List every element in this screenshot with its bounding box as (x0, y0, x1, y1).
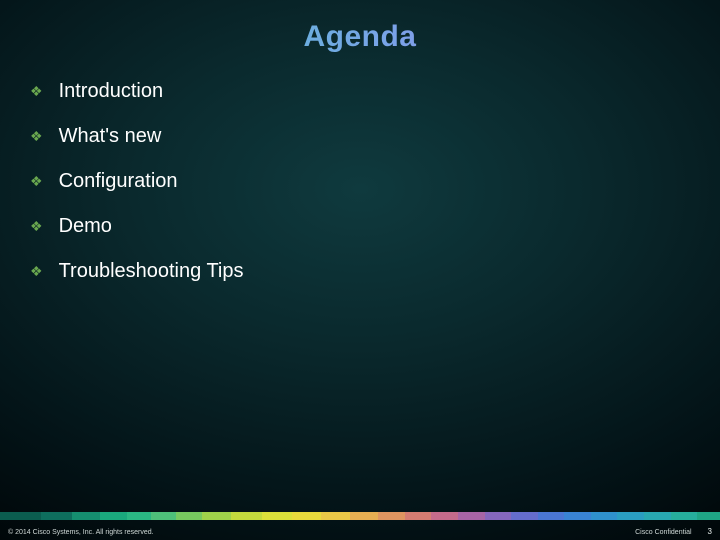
page-number: 3 (708, 527, 712, 536)
diamond-bullet-icon: ❖ (30, 218, 43, 235)
color-segment (350, 512, 379, 520)
color-segment (202, 512, 231, 520)
list-item: ❖ Configuration (30, 170, 243, 193)
diamond-bullet-icon: ❖ (30, 173, 43, 190)
color-segment (538, 512, 565, 520)
color-segment (617, 512, 644, 520)
copyright-text: © 2014 Cisco Systems, Inc. All rights re… (8, 529, 154, 536)
color-segment (431, 512, 458, 520)
list-item-label: Troubleshooting Tips (59, 260, 244, 283)
color-segment (485, 512, 512, 520)
list-item-label: Demo (59, 215, 112, 238)
color-segment (405, 512, 432, 520)
color-segment (176, 512, 203, 520)
color-segment (644, 512, 671, 520)
color-segment (151, 512, 176, 520)
decorative-color-bar (0, 512, 720, 520)
color-segment (292, 512, 321, 520)
footer: © 2014 Cisco Systems, Inc. All rights re… (8, 527, 712, 536)
color-segment (511, 512, 538, 520)
color-segment (262, 512, 293, 520)
list-item-label: What's new (59, 125, 162, 148)
color-segment (231, 512, 262, 520)
color-segment (72, 512, 101, 520)
color-segment (321, 512, 350, 520)
color-segment (591, 512, 618, 520)
color-segment (378, 512, 405, 520)
list-item: ❖ What's new (30, 125, 243, 148)
list-item-label: Introduction (59, 80, 164, 103)
diamond-bullet-icon: ❖ (30, 83, 43, 100)
slide-title: Agenda (0, 20, 720, 54)
list-item: ❖ Troubleshooting Tips (30, 260, 243, 283)
color-segment (0, 512, 41, 520)
color-segment (127, 512, 152, 520)
color-segment (41, 512, 72, 520)
color-segment (671, 512, 698, 520)
color-segment (100, 512, 127, 520)
list-item: ❖ Demo (30, 215, 243, 238)
color-segment (697, 512, 720, 520)
confidential-text: Cisco Confidential (635, 529, 691, 536)
color-segment (564, 512, 591, 520)
color-segment (458, 512, 485, 520)
diamond-bullet-icon: ❖ (30, 263, 43, 280)
list-item-label: Configuration (59, 170, 178, 193)
agenda-list: ❖ Introduction ❖ What's new ❖ Configurat… (30, 80, 243, 305)
diamond-bullet-icon: ❖ (30, 128, 43, 145)
slide: Agenda ❖ Introduction ❖ What's new ❖ Con… (0, 0, 720, 540)
list-item: ❖ Introduction (30, 80, 243, 103)
